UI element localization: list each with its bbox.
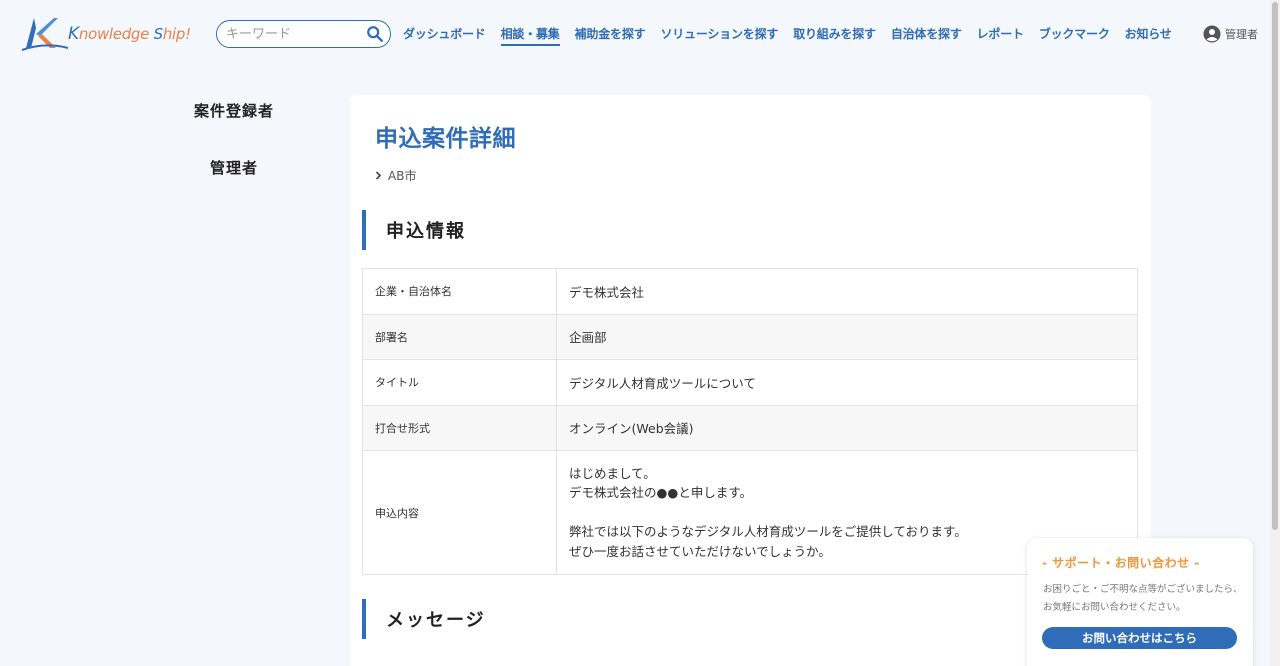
message-line: デモ株式会社の●●と申します。 [569,485,753,501]
logo-text-s: S [153,25,164,43]
scrollbar-thumb[interactable] [1272,2,1278,530]
page-title: 申込案件詳細 [375,126,516,152]
support-widget: - サポート・お問い合わせ - お困りごと・ご不明な点等がございましたら、 お気… [1027,538,1253,666]
nav-solutions[interactable]: ソリューションを探す [660,25,778,46]
search-input[interactable] [226,24,361,44]
logo-text-k: K [68,24,79,44]
support-title: - サポート・お問い合わせ - [1042,556,1200,570]
row-value: デジタル人材育成ツールについて [556,359,1138,406]
sidebar-item-registrant[interactable]: 案件登録者 [178,100,290,121]
table-row: 企業・自治体名 デモ株式会社 [362,268,1138,315]
nav-dashboard[interactable]: ダッシュボード [403,25,486,46]
row-key: 打合せ形式 [362,404,557,451]
main-nav: ダッシュボード 相談・募集 補助金を探す ソリューションを探す 取り組みを探す … [403,25,1187,46]
row-value: 企画部 [556,313,1138,360]
nav-bookmarks[interactable]: ブックマーク [1039,25,1110,46]
user-menu[interactable]: 管理者 [1203,25,1258,43]
search-box [216,20,391,48]
breadcrumb-label: AB市 [388,169,417,183]
support-body-line: お気軽にお問い合わせください。 [1043,602,1186,613]
user-avatar-icon [1203,25,1221,43]
nav-reports[interactable]: レポート [977,25,1024,46]
table-row: 打合せ形式 オンライン(Web会議) [362,404,1138,451]
nav-notices[interactable]: お知らせ [1125,25,1172,46]
row-value: デモ株式会社 [556,268,1138,315]
section-heading-info: 申込情報 [362,210,466,250]
message-line [569,503,1125,523]
breadcrumb[interactable]: AB市 [375,167,416,184]
message-line: はじめまして。 [569,465,656,481]
row-key: 部署名 [362,313,557,360]
section-heading-message: メッセージ [362,599,486,639]
support-body-line: お困りごと・ご不明な点等がございましたら、 [1043,584,1243,595]
sidebar-item-admin[interactable]: 管理者 [178,157,290,178]
logo-text: Knowledge Ship! [68,24,191,44]
sidebar: 案件登録者 管理者 [178,100,290,178]
nav-initiatives[interactable]: 取り組みを探す [793,25,876,46]
table-row: 部署名 企画部 [362,313,1138,360]
chevron-right-icon [375,171,382,180]
row-key: 企業・自治体名 [362,268,557,315]
contact-button[interactable]: お問い合わせはこちら [1042,627,1237,649]
row-key: 申込内容 [362,450,557,575]
nav-municipalities[interactable]: 自治体を探す [891,25,962,46]
logo-mark-icon [21,18,69,51]
header: Knowledge Ship! ダッシュボード 相談・募集 補助金を探す ソリュ… [0,0,1270,68]
info-table: 企業・自治体名 デモ株式会社 部署名 企画部 タイトル デジタル人材育成ツールに… [362,268,1138,575]
logo[interactable]: Knowledge Ship! [20,14,191,54]
table-row: 申込内容 はじめまして。 デモ株式会社の●●と申します。 弊社では以下のようなデ… [362,450,1138,575]
row-value: オンライン(Web会議) [556,404,1138,451]
nav-subsidies[interactable]: 補助金を探す [575,25,646,46]
scrollbar[interactable] [1270,0,1280,666]
logo-text-rest: nowledge [78,25,154,43]
search-icon[interactable] [366,25,384,43]
support-body: お困りごと・ご不明な点等がございましたら、 お気軽にお問い合わせください。 [1043,581,1243,617]
logo-text-end: hip! [162,25,191,43]
user-name: 管理者 [1225,28,1258,41]
nav-consultation[interactable]: 相談・募集 [500,25,560,46]
row-key: タイトル [362,359,557,406]
table-row: タイトル デジタル人材育成ツールについて [362,359,1138,406]
